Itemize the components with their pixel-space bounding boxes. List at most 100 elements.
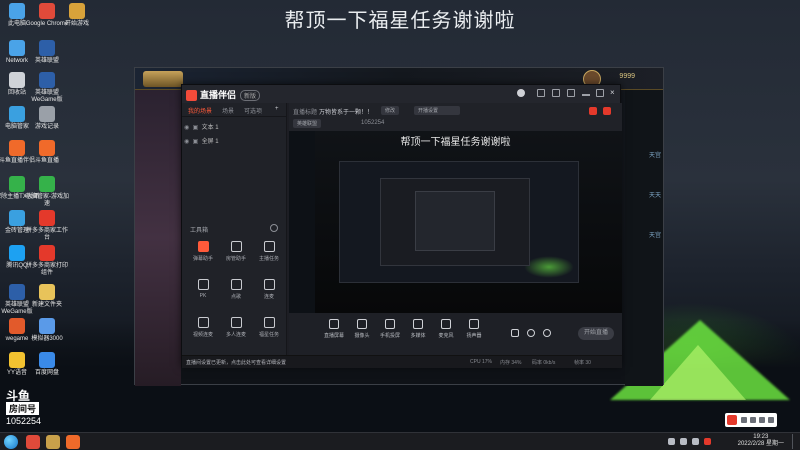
app-shortcut-icon xyxy=(39,245,55,261)
app-shortcut-icon xyxy=(39,284,55,300)
tab-options[interactable]: 可选项 xyxy=(244,106,262,115)
source-control-button[interactable]: 摄像头 xyxy=(347,319,377,339)
desktop-icon[interactable]: 英雄联盟WeGame版 xyxy=(24,72,70,104)
lock-icon[interactable]: ▣ xyxy=(193,125,199,131)
close-icon[interactable]: × xyxy=(610,89,618,97)
nested-preview-deep xyxy=(415,191,495,251)
ime-skin-icon[interactable] xyxy=(768,417,774,423)
record-icon[interactable] xyxy=(527,329,535,337)
app-shortcut-icon xyxy=(39,352,55,368)
desktop-icon[interactable]: 英雄联盟 xyxy=(24,40,70,65)
tool-label: 连麦 xyxy=(263,294,274,300)
chrome-taskbar-icon[interactable] xyxy=(26,435,40,449)
currency-readout: 9999 xyxy=(619,73,635,80)
desktop-icon-label: 英雄联盟WeGame版 xyxy=(31,90,63,103)
desktop-icon-label: 模拟器3000 xyxy=(31,336,63,342)
source-control-button[interactable]: 扬声器 xyxy=(459,319,489,339)
game-logo[interactable] xyxy=(143,71,183,87)
desktop-icon-label: 百度网盘 xyxy=(34,370,59,376)
stream-taskbar-icon[interactable] xyxy=(66,435,80,449)
desktop-icon[interactable]: 百度网盘 xyxy=(24,352,70,377)
notice-text[interactable]: 直播间设置已更新，点击此处可查看详细设置 xyxy=(186,359,286,366)
ime-toolbar[interactable] xyxy=(725,413,777,427)
ime-mode-icon[interactable] xyxy=(741,417,747,423)
app-shortcut-icon xyxy=(9,245,25,261)
tool-button[interactable]: 弹幕助手 xyxy=(188,241,218,262)
version-badge[interactable]: 新版 xyxy=(240,90,261,102)
tab-scenes[interactable]: 场景 xyxy=(222,106,234,115)
maximize-icon[interactable] xyxy=(596,89,604,97)
settings-gear-icon[interactable] xyxy=(543,329,551,337)
tool-button[interactable]: 福星任务 xyxy=(254,317,284,338)
preview-stage[interactable]: 帮顶一下福星任务谢谢啦 xyxy=(289,131,622,313)
minimize-icon[interactable] xyxy=(582,94,590,96)
desktop-icon[interactable]: 模拟器3000 xyxy=(24,318,70,343)
game-taskbar-icon[interactable] xyxy=(46,435,60,449)
network-icon[interactable] xyxy=(668,438,675,445)
message-icon[interactable] xyxy=(537,89,545,97)
eye-icon[interactable]: ◉ xyxy=(184,125,189,131)
source-control-button[interactable]: 麦克风 xyxy=(431,319,461,339)
ime-logo-icon[interactable] xyxy=(727,415,737,425)
tool-button[interactable]: PK xyxy=(188,279,218,299)
gift-icon[interactable] xyxy=(589,107,597,115)
menu-icon[interactable] xyxy=(567,89,575,97)
stream-title[interactable]: 万物皆系于一颗！！ xyxy=(319,107,373,116)
start-live-button[interactable]: 开始直播 xyxy=(578,327,614,340)
tool-button[interactable]: 房管助手 xyxy=(221,241,251,262)
source-label: 直播屏幕 xyxy=(323,333,344,339)
desktop-icon[interactable]: 新建文件夹 xyxy=(24,284,70,309)
desktop-icon[interactable]: 斗鱼直播 xyxy=(24,140,70,165)
tool-button[interactable]: 视频连麦 xyxy=(188,317,218,338)
desktop-icon[interactable]: 游戏记录 xyxy=(24,106,70,131)
ime-punct-icon[interactable] xyxy=(750,417,756,423)
system-clock[interactable]: 19:23 2022/2/28 星期一 xyxy=(738,434,784,448)
user-avatar-icon[interactable] xyxy=(517,89,525,97)
ime-tray-icon[interactable] xyxy=(704,438,711,445)
more-icon[interactable] xyxy=(270,224,278,232)
tab-my-scenes[interactable]: 我的场景 xyxy=(188,106,212,115)
volume-icon[interactable] xyxy=(680,438,687,445)
app-shortcut-icon xyxy=(39,40,55,56)
toolbox-title: 工具箱 xyxy=(190,228,209,234)
battery-icon[interactable] xyxy=(692,438,699,445)
edit-title-button[interactable]: 修改 xyxy=(381,106,400,115)
scene-item[interactable]: ◉ ▣ 文本 1 xyxy=(184,122,284,134)
app-logo: 直播伴侣 新版 xyxy=(186,88,261,102)
desktop-icon[interactable]: 开始游戏 xyxy=(54,3,100,28)
camera-icon[interactable] xyxy=(511,329,519,337)
tool-button[interactable]: 主播任务 xyxy=(254,241,284,262)
source-label: 摄像头 xyxy=(354,333,370,339)
alert-icon[interactable] xyxy=(603,107,611,115)
show-desktop-button[interactable] xyxy=(792,434,798,449)
streaming-app-window[interactable]: 直播伴侣 新版 × 我的场景 场景 可选项 + ◉ ▣ 文本 1 ◉ ▣ 全屏 1… xyxy=(181,84,622,368)
glowing-tent-inner xyxy=(650,345,746,400)
settings-icon[interactable] xyxy=(552,89,560,97)
category-tag[interactable]: 英雄联盟 xyxy=(293,119,322,128)
lock-icon[interactable]: ▣ xyxy=(193,139,199,145)
desktop-icon[interactable]: 拼多多商家打印组件 xyxy=(24,245,70,277)
app-title-bar: 直播伴侣 新版 × xyxy=(182,85,620,103)
tool-button[interactable]: 多人连麦 xyxy=(221,317,251,338)
preview-desktop-icons xyxy=(289,131,315,313)
tool-button[interactable]: 点歌 xyxy=(221,279,251,300)
live-settings-button[interactable]: 开播设置 xyxy=(414,106,460,115)
desktop-icon[interactable]: 电脑管家-游戏加速 xyxy=(24,176,70,208)
source-label: 扬声器 xyxy=(466,333,482,339)
nested-tent-glow xyxy=(524,256,574,278)
add-scene-icon[interactable]: + xyxy=(275,106,279,112)
app-shortcut-icon xyxy=(9,106,25,122)
start-button[interactable] xyxy=(4,435,18,449)
scene-item[interactable]: ◉ ▣ 全屏 1 xyxy=(184,136,284,148)
source-control-button[interactable]: 手机投屏 xyxy=(375,319,405,339)
watermark-brand: 斗鱼 xyxy=(6,389,31,403)
tool-button[interactable]: 连麦 xyxy=(254,279,284,300)
source-control-button[interactable]: 多媒体 xyxy=(403,319,433,339)
ime-voice-icon[interactable] xyxy=(759,417,765,423)
status-bar: 直播间设置已更新，点击此处可查看详细设置 CPU 17% 内存 34% 码率 0… xyxy=(182,355,622,368)
desktop-icon[interactable]: 拼多多商家工作台 xyxy=(24,210,70,242)
tool-label: 主播任务 xyxy=(258,256,279,262)
app-shortcut-icon xyxy=(9,176,25,192)
source-control-button[interactable]: 直播屏幕 xyxy=(319,319,349,339)
eye-icon[interactable]: ◉ xyxy=(184,139,189,145)
